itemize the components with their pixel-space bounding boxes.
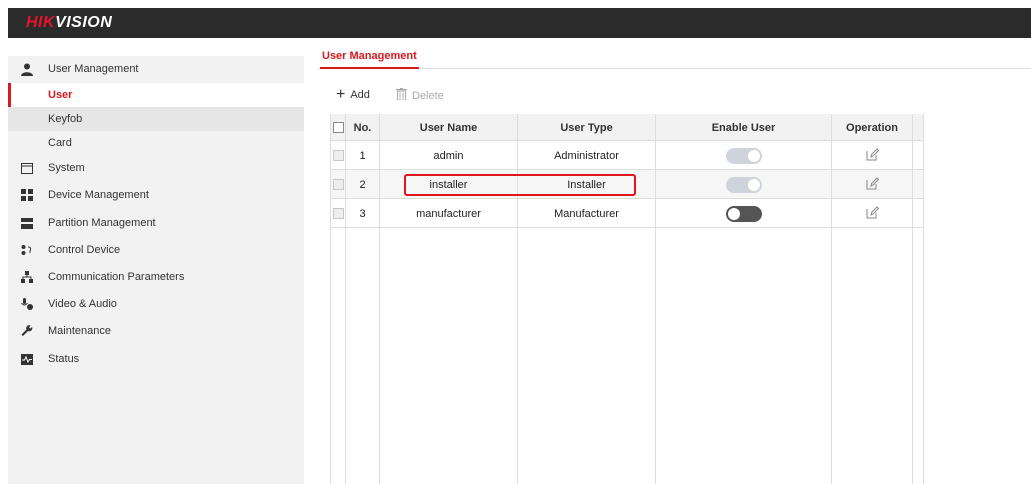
table-row[interactable]: 3 manufacturer Manufacturer: [331, 199, 923, 228]
device-management-icon: [20, 188, 34, 202]
trash-icon: [396, 88, 407, 103]
tab-bar: User Management: [318, 49, 1031, 69]
sidebar-item-video-audio[interactable]: Video & Audio: [8, 291, 304, 317]
edit-icon[interactable]: [866, 176, 879, 193]
table-row[interactable]: 1 admin Administrator: [331, 141, 923, 170]
highlight-box: [404, 174, 636, 196]
wrench-icon: [20, 324, 34, 338]
system-icon: [20, 161, 34, 175]
table-header: No. User Name User Type Enable User Oper…: [331, 114, 923, 141]
enable-user-toggle[interactable]: [725, 176, 762, 193]
edit-icon[interactable]: [866, 147, 879, 164]
cell-user-name: manufacturer: [416, 207, 481, 220]
users-table: No. User Name User Type Enable User Oper…: [330, 114, 924, 484]
enable-user-toggle[interactable]: [725, 205, 762, 222]
row-checkbox[interactable]: [332, 150, 344, 161]
partition-management-icon: [20, 216, 34, 230]
edit-icon[interactable]: [866, 205, 879, 222]
add-button[interactable]: + Add: [336, 86, 370, 103]
sidebar-item-control-device[interactable]: Control Device: [8, 237, 304, 263]
sidebar-subitem-user[interactable]: User: [8, 83, 304, 107]
header-user-type: User Type: [560, 121, 613, 134]
sidebar: User Management User Keyfob Card System …: [8, 56, 304, 484]
sidebar-item-user-management[interactable]: User Management: [8, 56, 304, 82]
header-no: No.: [353, 121, 372, 134]
cell-user-type: Manufacturer: [554, 207, 619, 220]
delete-button[interactable]: Delete: [396, 88, 444, 103]
sidebar-item-maintenance[interactable]: Maintenance: [8, 318, 304, 344]
user-icon: [20, 62, 34, 76]
select-all-checkbox[interactable]: [332, 122, 344, 133]
tab-user-management[interactable]: User Management: [320, 50, 419, 69]
hikvision-logo: HIKVISION: [26, 14, 113, 31]
cell-no: 2: [359, 178, 366, 191]
control-device-icon: [20, 243, 34, 257]
top-bar: HIKVISION: [8, 8, 1031, 38]
cell-no: 3: [359, 207, 366, 220]
sidebar-item-communication-parameters[interactable]: Communication Parameters: [8, 264, 304, 290]
video-audio-icon: [20, 297, 34, 311]
header-enable-user: Enable User: [711, 121, 776, 134]
row-checkbox[interactable]: [332, 208, 344, 219]
header-operation: Operation: [846, 121, 898, 134]
cell-user-type: Administrator: [554, 149, 619, 162]
sidebar-item-status[interactable]: Status: [8, 346, 304, 372]
cell-no: 1: [359, 149, 366, 162]
enable-user-toggle[interactable]: [725, 147, 762, 164]
status-icon: [20, 352, 34, 366]
header-user-name: User Name: [419, 121, 478, 134]
sidebar-item-device-management[interactable]: Device Management: [8, 182, 304, 208]
sidebar-item-partition-management[interactable]: Partition Management: [8, 210, 304, 236]
communication-parameters-icon: [20, 270, 34, 284]
cell-user-name: admin: [433, 149, 464, 162]
sidebar-subitem-card[interactable]: Card: [8, 131, 304, 155]
sidebar-item-system[interactable]: System: [8, 155, 304, 181]
plus-icon: +: [336, 86, 346, 103]
row-checkbox[interactable]: [332, 179, 344, 190]
sidebar-subitem-keyfob[interactable]: Keyfob: [8, 107, 304, 131]
